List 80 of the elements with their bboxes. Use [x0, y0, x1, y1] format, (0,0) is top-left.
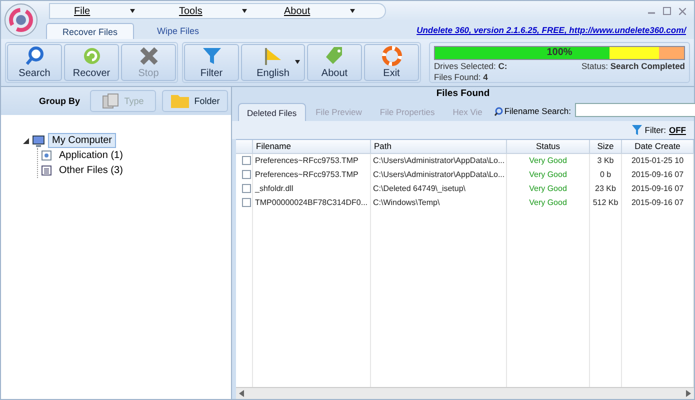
toolbar-button[interactable]: Recover: [64, 44, 119, 81]
group-button[interactable]: Folder: [162, 90, 228, 112]
search-icon: [494, 106, 504, 116]
menu-item[interactable]: About: [270, 6, 375, 16]
checkbox[interactable]: [242, 184, 251, 193]
tree-item[interactable]: Application (1): [55, 148, 127, 163]
column-header[interactable]: Path: [371, 140, 507, 154]
column-header[interactable]: Size: [590, 140, 622, 154]
table-cell: Preferences~RFcc9753.TMP: [253, 168, 371, 182]
table-cell: C:\Windows\Temp\: [371, 196, 507, 210]
caret-icon[interactable]: [130, 9, 136, 13]
maximize-icon[interactable]: [663, 7, 671, 15]
filter-label: Filter:: [644, 125, 666, 135]
toolbar-button[interactable]: English: [241, 44, 305, 81]
scroll-left-icon[interactable]: [239, 390, 244, 397]
table-cell: 2015-09-16 07: [622, 168, 694, 182]
caret-icon[interactable]: [295, 60, 300, 64]
column-header[interactable]: Status: [507, 140, 590, 154]
folder-icon: [170, 93, 190, 109]
search-icon: [24, 46, 44, 66]
toolbar-button[interactable]: Exit: [364, 44, 419, 81]
version-link[interactable]: Undelete 360, version 2.1.6.25, FREE, http://www.undelete360.com/: [416, 25, 686, 35]
table-cell: C:\Deleted 64749\_isetup\: [371, 182, 507, 196]
table-cell: Very Good: [507, 196, 590, 210]
toolbar-button[interactable]: Filter: [184, 44, 239, 81]
ribbon-tab[interactable]: Wipe Files: [134, 23, 222, 39]
caret-icon[interactable]: [350, 9, 356, 13]
close-icon[interactable]: [679, 8, 686, 14]
tree-item[interactable]: Other Files (3): [55, 163, 127, 178]
tree-item[interactable]: My Computer: [48, 133, 116, 148]
caret-icon[interactable]: [242, 9, 248, 13]
table-cell: 3 Kb: [590, 154, 622, 168]
column-header[interactable]: Date Create: [622, 140, 694, 154]
table-cell: Very Good: [507, 154, 590, 168]
header-cell: [236, 140, 253, 154]
flag-icon: [263, 46, 283, 66]
menu-item[interactable]: File: [60, 6, 165, 16]
table-cell: C:\Users\Administrator\AppData\Lo...: [371, 154, 507, 168]
column-header[interactable]: Filename: [253, 140, 371, 154]
progress-reading: 100%: [546, 47, 574, 59]
panel-title: Files Found: [435, 87, 491, 101]
drives-selected: Drives Selected: C:: [434, 61, 508, 71]
funnel-icon[interactable]: [632, 125, 642, 135]
table-cell: 2015-01-25 10: [622, 154, 694, 168]
checkbox[interactable]: [242, 198, 251, 207]
menu-item[interactable]: Tools: [165, 6, 270, 16]
search-label: Filename Search:: [504, 106, 571, 116]
toolbar-button[interactable]: Search: [7, 44, 62, 81]
documents-icon: [102, 93, 120, 109]
expanded-icon[interactable]: [23, 138, 29, 144]
checkbox[interactable]: [242, 156, 251, 165]
table-cell: _shfoldr.dll: [253, 182, 371, 196]
table-cell: TMP00000024BF78C314DF0...: [253, 196, 371, 210]
ribbon-tab[interactable]: Recover Files: [46, 23, 134, 39]
table-cell: 2015-09-16 07: [622, 196, 694, 210]
filter-toggle[interactable]: OFF: [669, 125, 686, 135]
table-cell: 23 Kb: [590, 182, 622, 196]
table-cell: C:\Users\Administrator\AppData\Lo...: [371, 168, 507, 182]
table-cell: 2015-09-16 07: [622, 182, 694, 196]
checkbox[interactable]: [242, 170, 251, 179]
scroll-right-icon[interactable]: [686, 390, 691, 397]
search-field[interactable]: [574, 102, 695, 116]
table-cell: 0 b: [590, 168, 622, 182]
files-found: Files Found: 4: [434, 72, 489, 82]
computer-icon: [32, 134, 45, 146]
document-icon: [41, 165, 52, 176]
table-cell: Very Good: [507, 182, 590, 196]
recycle-icon: [82, 46, 102, 66]
lifebuoy-icon: [382, 46, 402, 66]
funnel-icon: [202, 46, 222, 66]
status-text: Status: Search Completed: [582, 61, 685, 71]
tag-icon: [324, 46, 344, 66]
tab[interactable]: Deleted Files: [238, 103, 306, 121]
group-by-label: Group By: [39, 96, 82, 106]
table-cell: 512 Kb: [590, 196, 622, 210]
toolbar-button[interactable]: About: [307, 44, 362, 81]
cross-icon: [138, 46, 158, 66]
table-cell: Very Good: [507, 168, 590, 182]
table-cell: Preferences~RFcc9753.TMP: [253, 154, 371, 168]
application-icon: [41, 150, 52, 161]
